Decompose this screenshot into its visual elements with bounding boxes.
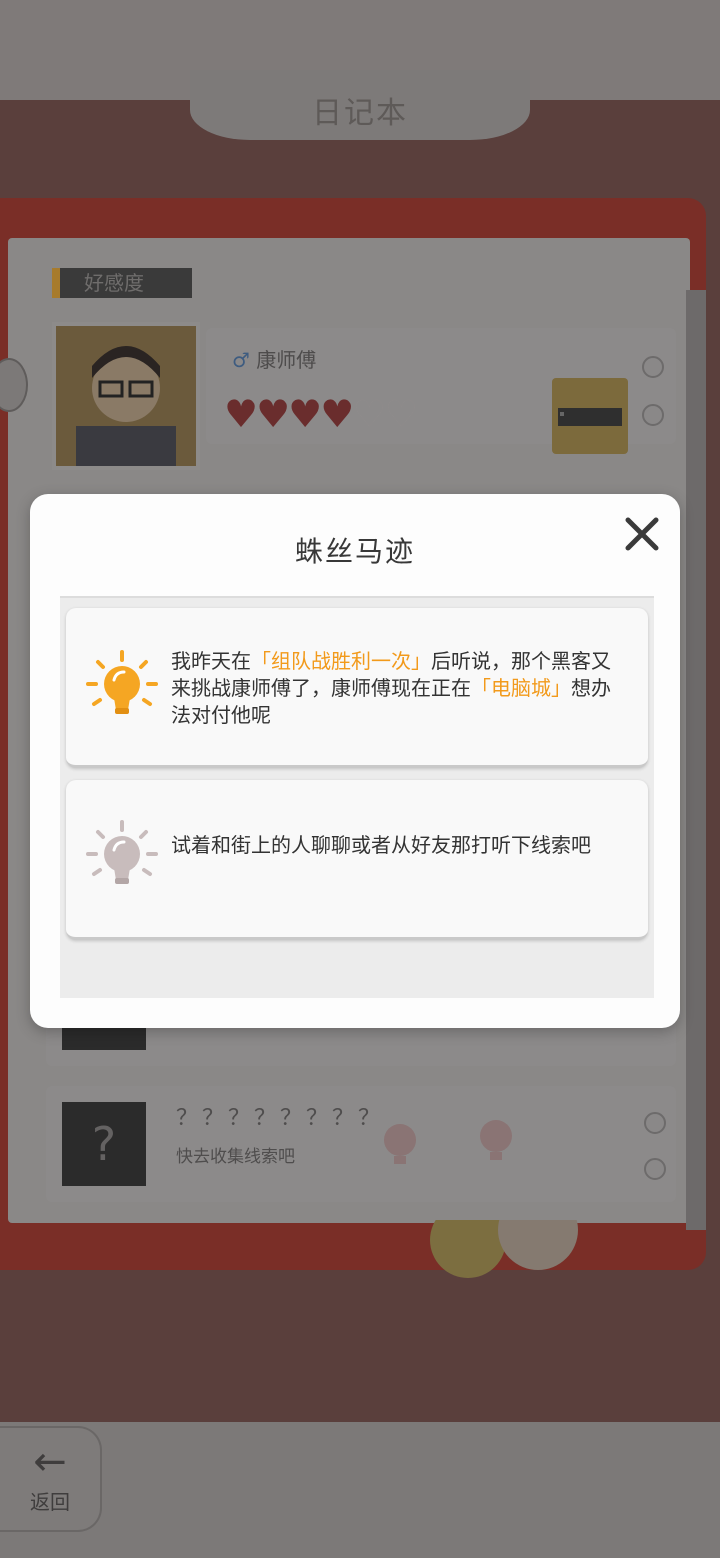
favor-label: 好感度: [52, 268, 192, 298]
lightbulb-inactive-icon: [84, 818, 160, 894]
npc-name: 康师傅: [256, 348, 317, 372]
favor-hearts: ♥♥♥♥♡♡: [224, 392, 418, 436]
notebook-title: 日记本: [312, 96, 408, 131]
paper-edge: [686, 290, 706, 1230]
unknown-avatar: ?: [62, 1102, 146, 1186]
heart-empty-icon: ♡: [384, 392, 418, 436]
back-arrow-icon: ←: [33, 1439, 67, 1485]
coin-decoration: [428, 1190, 588, 1290]
status-dot: [642, 356, 664, 378]
male-icon: ♂: [232, 348, 250, 372]
status-dot: [644, 1158, 666, 1180]
router-icon: [558, 408, 622, 426]
heart-filled-icon: ♥: [256, 392, 290, 436]
back-button[interactable]: ← 返回: [0, 1426, 102, 1532]
hint-1-highlight-team-battle: 「组队战胜利一次」: [251, 649, 431, 673]
dialog-title: 蛛丝马迹: [294, 535, 415, 568]
npc-name-row: ♂ 康师傅: [232, 344, 316, 373]
hint-1-part: 我昨天在: [171, 649, 251, 673]
gift-item-thumbnail[interactable]: [552, 378, 628, 454]
lightbulb-active-icon: [84, 648, 160, 724]
close-icon: [625, 517, 659, 551]
bottom-bar: [0, 1422, 720, 1558]
back-label: 返回: [30, 1490, 70, 1514]
heart-filled-icon: ♥: [288, 392, 322, 436]
npc-avatar[interactable]: [52, 322, 200, 470]
lightbulb-dim-icon: [370, 1114, 430, 1184]
status-dot: [644, 1112, 666, 1134]
heart-filled-icon: ♥: [320, 392, 354, 436]
hint-1-text: 我昨天在「组队战胜利一次」后听说，那个黑客又来挑战康师傅了，康师傅现在正在「电脑…: [171, 648, 627, 729]
status-dot: [642, 404, 664, 426]
heart-filled-icon: ♥: [224, 392, 258, 436]
lightbulb-dim-icon: [466, 1110, 526, 1180]
heart-empty-icon: ♡: [352, 392, 386, 436]
locked-title: ？？？？？？？？: [176, 1106, 385, 1131]
close-button[interactable]: [618, 510, 666, 558]
hint-2-text: 试着和街上的人聊聊或者从好友那打听下线索吧: [171, 833, 591, 857]
hint-1-highlight-computer-city: 「电脑城」: [471, 676, 571, 700]
locked-subtitle: 快去收集线索吧: [176, 1147, 295, 1167]
npc-portrait-icon: [56, 326, 196, 466]
